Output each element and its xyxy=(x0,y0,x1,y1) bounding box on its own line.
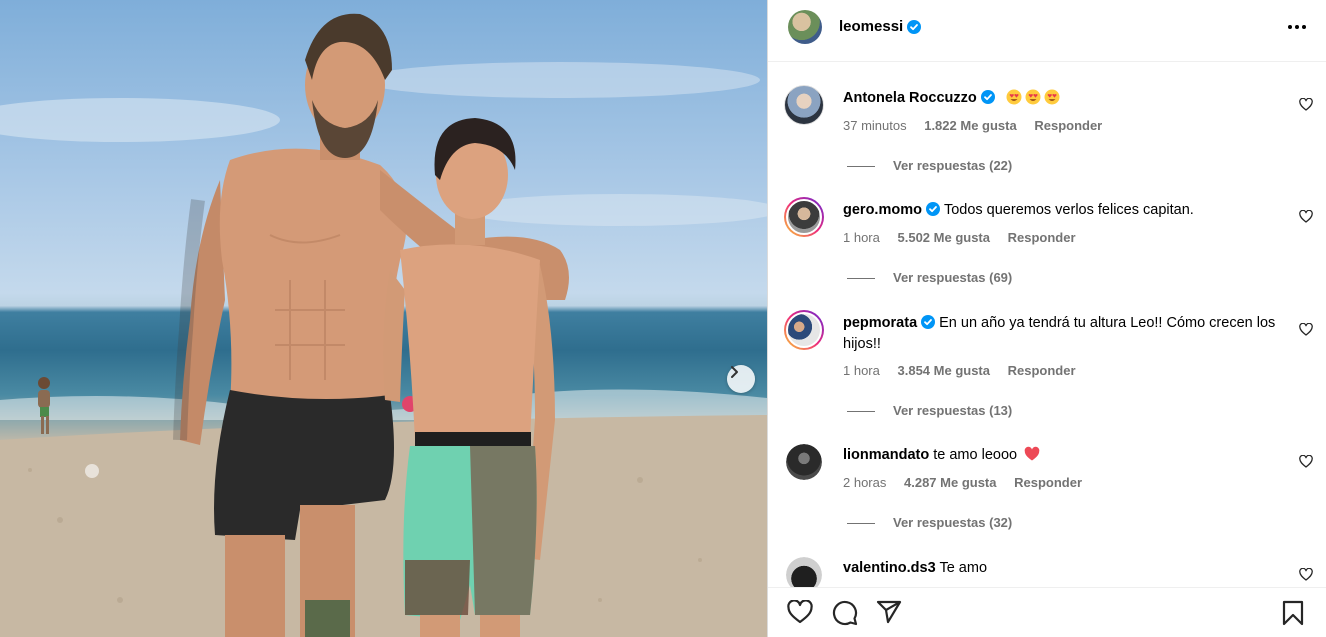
comment-time[interactable]: 1 hora xyxy=(843,363,880,378)
heart-eyes-emoji-icon xyxy=(1025,89,1041,105)
author-avatar[interactable] xyxy=(788,10,822,44)
view-replies-button[interactable]: Ver respuestas (32) xyxy=(847,515,1012,530)
view-replies-label: Ver respuestas (69) xyxy=(893,270,1013,285)
comment-body: Antonela Roccuzzo xyxy=(843,88,1284,109)
comment-likes[interactable]: 3.854 Me gusta xyxy=(898,363,991,378)
author-username[interactable]: leomessi xyxy=(839,18,903,35)
comment-meta: 37 minutos 1.822 Me gusta Responder xyxy=(843,118,1116,133)
comment-likes[interactable]: 1.822 Me gusta xyxy=(924,118,1017,133)
view-replies-label: Ver respuestas (13) xyxy=(893,403,1013,418)
comment-avatar[interactable] xyxy=(786,444,822,480)
reply-button[interactable]: Responder xyxy=(1034,118,1102,133)
comment-username[interactable]: pepmorata xyxy=(843,315,917,331)
bookmark-icon[interactable] xyxy=(1282,600,1304,626)
beach-photo-illustration xyxy=(0,13,767,637)
share-icon[interactable] xyxy=(876,600,902,624)
view-replies-button[interactable]: Ver respuestas (69) xyxy=(847,270,1012,285)
replies-divider xyxy=(847,411,875,413)
post-actions-bar xyxy=(768,587,1326,637)
comment-body: lionmandato te amo leooo xyxy=(843,445,1284,466)
next-image-button[interactable] xyxy=(727,365,755,393)
comment-username[interactable]: lionmandato xyxy=(843,447,929,463)
heart-icon[interactable] xyxy=(1299,568,1313,581)
reply-button[interactable]: Responder xyxy=(1008,363,1076,378)
replies-divider xyxy=(847,166,875,168)
view-replies-button[interactable]: Ver respuestas (22) xyxy=(847,158,1012,173)
view-replies-label: Ver respuestas (32) xyxy=(893,515,1013,530)
comment-username[interactable]: Antonela Roccuzzo xyxy=(843,90,977,106)
comment-username[interactable]: valentino.ds3 xyxy=(843,560,936,576)
comment-body: pepmorata En un año ya tendrá tu altura L… xyxy=(843,313,1284,355)
pink-heart-emoji-icon xyxy=(1024,446,1040,461)
comment-meta: 1 hora 5.502 Me gusta Responder xyxy=(843,230,1090,245)
comment-username[interactable]: gero.momo xyxy=(843,202,922,218)
reply-button[interactable]: Responder xyxy=(1014,475,1082,490)
comment-avatar[interactable] xyxy=(784,85,824,125)
comment-likes[interactable]: 5.502 Me gusta xyxy=(898,230,991,245)
comment-text: Te amo xyxy=(939,560,988,576)
replies-divider xyxy=(847,278,875,280)
view-replies-label: Ver respuestas (22) xyxy=(893,158,1013,173)
comment-avatar[interactable] xyxy=(784,310,824,350)
comment-body: valentino.ds3 Te amo xyxy=(843,558,1284,579)
post-header: leomessi xyxy=(768,0,1326,62)
verified-badge-icon xyxy=(980,90,995,104)
verified-badge-icon xyxy=(921,315,936,329)
heart-icon[interactable] xyxy=(1299,210,1313,223)
comment-time[interactable]: 37 minutos xyxy=(843,118,907,133)
comment-likes[interactable]: 4.287 Me gusta xyxy=(904,475,997,490)
comment-meta: 1 hora 3.854 Me gusta Responder xyxy=(843,363,1090,378)
comment-icon[interactable] xyxy=(832,600,858,626)
heart-eyes-emoji-icon xyxy=(1044,89,1060,105)
comment-body: gero.momo Todos queremos verlos felices c… xyxy=(843,200,1284,221)
post-details-panel: leomessi Antonela Roccuzzo 37 minutos 1.… xyxy=(767,0,1326,637)
heart-icon[interactable] xyxy=(1299,98,1313,111)
chevron-right-icon xyxy=(731,366,738,378)
heart-eyes-emoji-icon xyxy=(1006,89,1022,105)
reply-button[interactable]: Responder xyxy=(1008,230,1076,245)
heart-icon[interactable] xyxy=(1299,455,1313,468)
post-photo xyxy=(0,0,767,637)
replies-divider xyxy=(847,523,875,525)
comment-meta: 2 horas 4.287 Me gusta Responder xyxy=(843,475,1096,490)
comment-text: te amo leooo xyxy=(933,447,1018,463)
heart-icon[interactable] xyxy=(787,600,813,624)
comment-time[interactable]: 2 horas xyxy=(843,475,886,490)
comment-time[interactable]: 1 hora xyxy=(843,230,880,245)
heart-icon[interactable] xyxy=(1299,323,1313,336)
verified-badge-icon xyxy=(907,20,921,34)
comment-text: Todos queremos verlos felices capitan. xyxy=(943,202,1194,218)
view-replies-button[interactable]: Ver respuestas (13) xyxy=(847,403,1012,418)
more-options-icon[interactable] xyxy=(1286,17,1308,37)
comment-avatar[interactable] xyxy=(784,197,824,237)
verified-badge-icon xyxy=(925,202,940,216)
